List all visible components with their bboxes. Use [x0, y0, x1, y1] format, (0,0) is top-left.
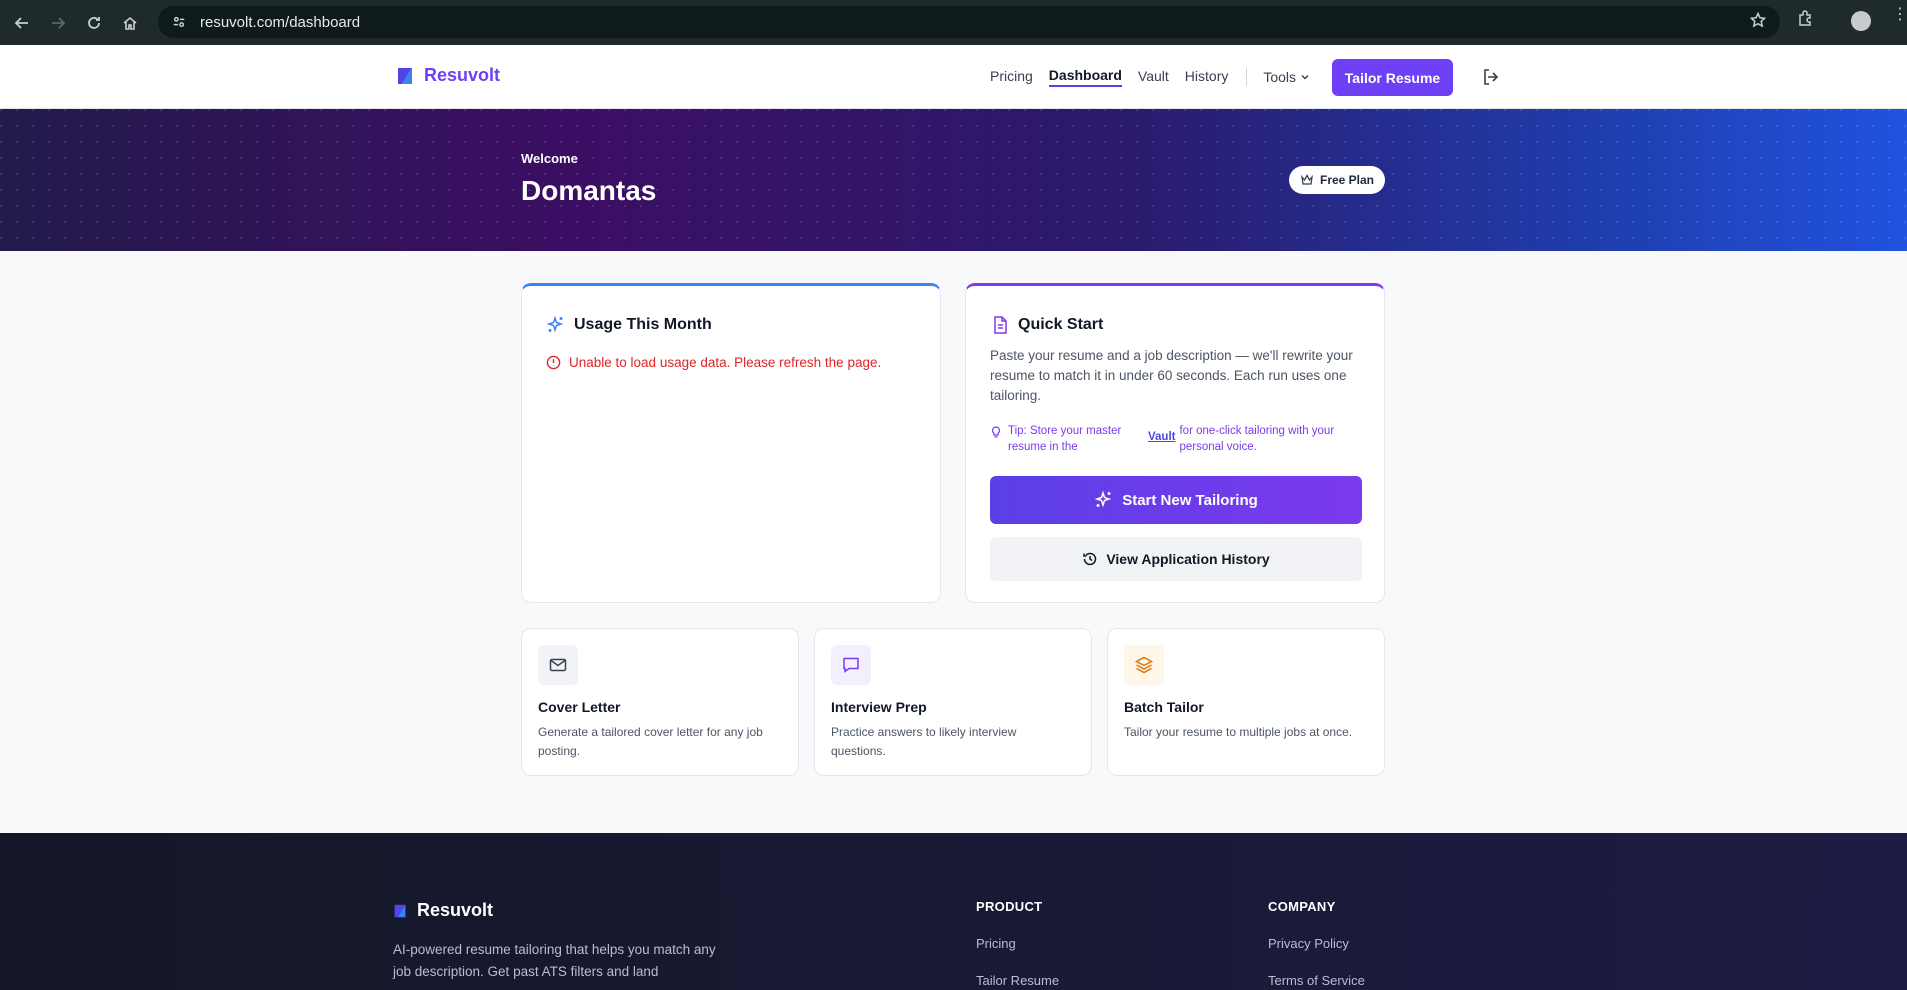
nav-pricing[interactable]: Pricing: [990, 68, 1033, 86]
logout-icon[interactable]: [1481, 67, 1501, 87]
footer-link-privacy[interactable]: Privacy Policy: [1268, 936, 1349, 951]
footer-company-heading: COMPANY: [1268, 899, 1336, 914]
tip-vault-link[interactable]: Vault: [1148, 429, 1175, 455]
footer-brand-name: Resuvolt: [417, 900, 494, 920]
tool-title: Batch Tailor: [1124, 699, 1204, 715]
vault-tip: Tip: Store your master resume in the Vau…: [990, 423, 1366, 455]
document-icon: [994, 316, 1007, 334]
url-text: resuvolt.com/dashboard: [200, 13, 361, 31]
tool-description: Generate a tailored cover letter for any…: [538, 725, 763, 758]
quick-start-title: Quick Start: [990, 315, 1103, 335]
sparkles-icon: [1094, 490, 1112, 508]
forward-icon[interactable]: [40, 5, 76, 41]
usage-error-text: Unable to load usage data. Please refres…: [569, 355, 882, 370]
footer-description: AI-powered resume tailoring that helps y…: [393, 942, 716, 979]
tailor-resume-button[interactable]: Tailor Resume: [1332, 59, 1453, 96]
tip-suffix: for one-click tailoring with your person…: [1179, 425, 1335, 453]
chevron-down-icon: [1301, 75, 1309, 80]
nav-dashboard[interactable]: Dashboard: [1048, 67, 1122, 87]
tool-card-batch-tailor[interactable]: Batch Tailor Tailor your resume to multi…: [1107, 628, 1385, 776]
chat-icon: [843, 657, 859, 673]
brand-logo[interactable]: Resuvolt: [396, 65, 500, 86]
nav-history[interactable]: History: [1185, 68, 1229, 86]
quick-start-description: Paste your resume and a job description …: [990, 348, 1353, 403]
quick-start-title-text: Quick Start: [1018, 316, 1104, 333]
usage-title-text: Usage This Month: [574, 316, 712, 333]
lightbulb-icon: [992, 426, 1000, 438]
tool-description: Practice answers to likely interview que…: [831, 725, 1017, 758]
footer-link-terms[interactable]: Terms of Service: [1268, 973, 1365, 988]
tool-icon-box: [538, 645, 578, 685]
tool-icon-box: [1124, 645, 1164, 685]
browser-menu-icon[interactable]: ⋮: [1892, 7, 1907, 23]
welcome-hero: Welcome Domantas Free Plan: [0, 109, 1907, 251]
history-icon: [1083, 552, 1097, 566]
extensions-icon[interactable]: [1797, 9, 1815, 32]
tool-card-cover-letter[interactable]: Cover Letter Generate a tailored cover l…: [521, 628, 799, 776]
logo-mark-icon: [394, 904, 406, 917]
tool-icon-box: [831, 645, 871, 685]
profile-avatar[interactable]: [1851, 11, 1871, 31]
quick-start-card: Quick Start Paste your resume and a job …: [965, 283, 1385, 603]
tool-card-interview-prep[interactable]: Interview Prep Practice answers to likel…: [814, 628, 1092, 776]
back-icon[interactable]: [4, 5, 40, 41]
tip-prefix: Tip: Store your master resume in the: [1008, 425, 1122, 453]
footer-link-pricing[interactable]: Pricing: [976, 936, 1016, 951]
logo-mark-icon: [398, 67, 412, 84]
layers-icon: [1134, 656, 1154, 674]
browser-toolbar: resuvolt.com/dashboard ⋮: [0, 0, 1907, 45]
alert-circle-icon: [546, 355, 561, 370]
address-bar[interactable]: resuvolt.com/dashboard: [158, 6, 1780, 38]
footer-product-heading: PRODUCT: [976, 899, 1043, 914]
usage-title: Usage This Month: [546, 315, 712, 335]
usage-error-message: Unable to load usage data. Please refres…: [546, 355, 881, 370]
nav-tools-dropdown[interactable]: Tools: [1263, 69, 1310, 85]
mail-icon: [549, 658, 567, 672]
reload-icon[interactable]: [76, 5, 112, 41]
welcome-label: Welcome: [521, 151, 578, 166]
footer-link-tailor-resume[interactable]: Tailor Resume: [976, 973, 1059, 988]
sparkles-icon: [546, 315, 564, 333]
tool-title: Cover Letter: [538, 699, 621, 715]
start-new-tailoring-button[interactable]: Start New Tailoring: [990, 476, 1362, 524]
nav-vault[interactable]: Vault: [1138, 68, 1169, 86]
start-new-tailoring-label: Start New Tailoring: [1122, 491, 1258, 509]
brand-name: Resuvolt: [424, 65, 501, 85]
site-footer: Resuvolt AI-powered resume tailoring tha…: [0, 833, 1907, 990]
crown-icon: [1301, 174, 1313, 185]
main-nav: Pricing Dashboard Vault History Tools: [990, 45, 1310, 109]
user-name: Domantas: [521, 175, 657, 206]
nav-divider: [1246, 68, 1248, 86]
usage-card: Usage This Month Unable to load usage da…: [521, 283, 941, 603]
home-icon[interactable]: [112, 5, 148, 41]
site-header: Resuvolt Pricing Dashboard Vault History…: [0, 45, 1907, 109]
tool-description: Tailor your resume to multiple jobs at o…: [1124, 725, 1353, 739]
site-settings-icon[interactable]: [168, 11, 190, 33]
bookmark-star-icon[interactable]: [1749, 11, 1767, 33]
tools-label: Tools: [1263, 69, 1297, 85]
view-application-history-button[interactable]: View Application History: [990, 537, 1362, 581]
plan-badge[interactable]: Free Plan: [1289, 166, 1385, 194]
footer-brand[interactable]: Resuvolt: [393, 900, 493, 921]
tool-title: Interview Prep: [831, 699, 927, 715]
view-application-history-label: View Application History: [1106, 551, 1270, 567]
plan-label: Free Plan: [1319, 173, 1375, 187]
